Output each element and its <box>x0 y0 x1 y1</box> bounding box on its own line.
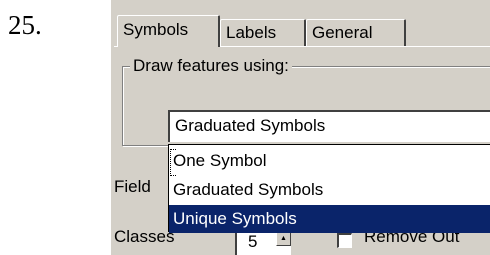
draw-features-dropdown-list: One Symbol Graduated Symbols Unique Symb… <box>168 144 490 233</box>
option-one-symbol[interactable]: One Symbol <box>169 147 490 176</box>
option-graduated-symbols[interactable]: Graduated Symbols <box>169 176 490 204</box>
classes-value: 5 <box>248 232 258 251</box>
option-label: One Symbol <box>173 151 267 170</box>
symbol-properties-dialog: Symbols Labels General Draw features usi… <box>111 0 490 255</box>
step-number: 25. <box>8 10 42 40</box>
tab-general[interactable]: General <box>306 19 406 46</box>
option-label: Graduated Symbols <box>173 180 324 199</box>
tab-symbols-label: Symbols <box>123 20 189 39</box>
tab-general-label: General <box>312 23 373 42</box>
group-legend: Draw features using: <box>130 55 292 77</box>
focus-ring <box>170 149 176 176</box>
remove-outliers-checkbox[interactable] <box>337 233 352 248</box>
spinner-up-icon[interactable]: ▲ <box>276 231 291 246</box>
combo-value: Graduated Symbols <box>175 116 326 135</box>
option-unique-symbols[interactable]: Unique Symbols <box>169 205 490 233</box>
field-label: Field <box>114 177 151 196</box>
tab-labels-label: Labels <box>226 23 277 42</box>
tab-labels[interactable]: Labels <box>220 19 306 46</box>
option-label: Unique Symbols <box>173 209 297 228</box>
classes-label: Classes <box>114 227 175 246</box>
draw-features-combobox[interactable]: Graduated Symbols <box>168 110 490 142</box>
tab-symbols[interactable]: Symbols <box>117 15 220 47</box>
